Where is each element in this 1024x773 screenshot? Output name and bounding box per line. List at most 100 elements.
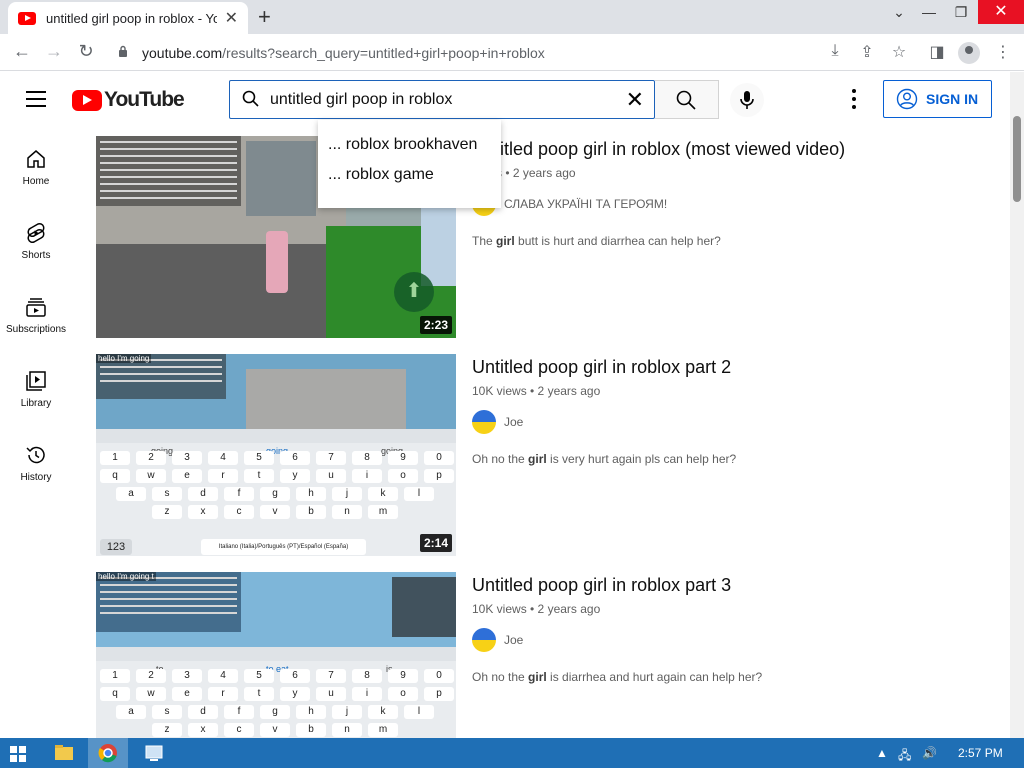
- channel-name[interactable]: Joe: [504, 415, 523, 429]
- keyboard-key: f: [224, 705, 254, 719]
- guide-label: Subscriptions: [5, 324, 67, 335]
- keyboard-key: 3: [172, 451, 202, 465]
- keyboard-key: i: [352, 687, 382, 701]
- search-results: ⬆ 2:23 Untitled poop girl in roblox (mos…: [72, 128, 1010, 738]
- forward-icon[interactable]: →: [42, 41, 66, 62]
- keyboard-key: 5: [244, 451, 274, 465]
- keyboard-key: k: [368, 705, 398, 719]
- keyboard-key: z: [152, 723, 182, 737]
- video-result[interactable]: hello I'm going t to to eat is 123456789…: [96, 572, 996, 738]
- keyboard-key: w: [136, 469, 166, 483]
- keyboard-key: h: [296, 705, 326, 719]
- keyboard-key: l: [404, 705, 434, 719]
- keyboard-key: j: [332, 487, 362, 501]
- show-hidden-icons[interactable]: ▲: [876, 746, 888, 760]
- minimize-button[interactable]: —: [914, 4, 944, 20]
- library-icon: [26, 371, 46, 391]
- keyboard-mode-key: 123: [100, 539, 132, 555]
- browser-tab[interactable]: untitled girl poop in roblox - YouTube ✕: [8, 2, 248, 34]
- channel-avatar[interactable]: [472, 628, 496, 652]
- scrollbar-thumb[interactable]: [1013, 116, 1021, 202]
- lock-icon[interactable]: [118, 45, 128, 57]
- channel-row[interactable]: Joe: [472, 628, 992, 652]
- close-window-button[interactable]: ✕: [978, 0, 1024, 24]
- voice-search-button[interactable]: [730, 83, 764, 117]
- video-title[interactable]: Untitled poop girl in roblox part 2: [472, 354, 992, 380]
- video-description: Oh no the girl is diarrhea and hurt agai…: [472, 670, 763, 684]
- guide-label: Home: [22, 176, 50, 187]
- keyboard-key: a: [116, 487, 146, 501]
- bookmark-star-icon[interactable]: ☆: [888, 42, 910, 62]
- shorts-icon: [27, 222, 45, 244]
- keyboard-key: v: [260, 505, 290, 519]
- guide-item-home[interactable]: Home: [0, 148, 72, 187]
- reload-icon[interactable]: ↻: [74, 41, 98, 62]
- settings-more-icon[interactable]: [852, 89, 856, 113]
- keyboard-key: n: [332, 505, 362, 519]
- sign-in-button[interactable]: SIGN IN: [883, 80, 992, 118]
- subscriptions-icon: [26, 298, 46, 317]
- keyboard-key: 3: [172, 669, 202, 683]
- search-icon: [242, 90, 259, 107]
- channel-name[interactable]: СЛАВА УКРАЇНІ ТА ГЕРОЯМ!: [504, 197, 667, 211]
- video-title[interactable]: Untitled poop girl in roblox part 3: [472, 572, 992, 598]
- video-thumbnail[interactable]: hello I'm going t to to eat is 123456789…: [96, 572, 456, 738]
- suggestion-item[interactable]: ... roblox game: [318, 160, 501, 190]
- restore-button[interactable]: ❐: [946, 4, 976, 21]
- keyboard-key: s: [152, 705, 182, 719]
- suggestion-item[interactable]: ... roblox brookhaven: [318, 130, 501, 160]
- keyboard-key: q: [100, 469, 130, 483]
- search-input[interactable]: [270, 88, 610, 112]
- remote-desktop-icon[interactable]: [134, 738, 174, 768]
- windows-start-icon[interactable]: [10, 746, 26, 762]
- guide-label: Shorts: [21, 250, 51, 261]
- keyboard-key: p: [424, 687, 454, 701]
- channel-name[interactable]: Joe: [504, 633, 523, 647]
- guide-label: History: [20, 472, 52, 483]
- keyboard-key: e: [172, 687, 202, 701]
- youtube-logo-text: YouTube: [104, 88, 185, 111]
- page-scrollbar[interactable]: [1010, 72, 1024, 738]
- keyboard-key: z: [152, 505, 182, 519]
- taskbar-clock[interactable]: 2:57 PM: [958, 746, 1003, 760]
- file-explorer-icon[interactable]: [44, 738, 84, 768]
- new-tab-button[interactable]: +: [258, 4, 271, 30]
- back-icon[interactable]: ←: [10, 41, 34, 62]
- channel-row[interactable]: СЛАВА УКРАЇНІ ТА ГЕРОЯМ!: [472, 192, 992, 216]
- channel-avatar[interactable]: [472, 410, 496, 434]
- keyboard-key: g: [260, 487, 290, 501]
- search-box[interactable]: ✕: [229, 80, 655, 119]
- guide-item-history[interactable]: History: [0, 444, 72, 483]
- guide-item-shorts[interactable]: Shorts: [0, 222, 72, 261]
- clear-search-icon[interactable]: ✕: [626, 87, 644, 113]
- network-icon[interactable]: 🖧: [898, 746, 911, 767]
- browser-menu-icon[interactable]: ⋮: [992, 42, 1014, 62]
- video-result[interactable]: hello I'm going going going going 123 It…: [96, 354, 996, 556]
- share-icon[interactable]: ⇪: [856, 42, 878, 62]
- video-title[interactable]: Untitled poop girl in roblox (most viewe…: [472, 136, 992, 162]
- tab-close-icon[interactable]: ✕: [225, 8, 238, 28]
- keyboard-key: n: [332, 723, 362, 737]
- channel-row[interactable]: Joe: [472, 410, 992, 434]
- url-field[interactable]: youtube.com/results?search_query=untitle…: [142, 45, 545, 61]
- video-thumbnail[interactable]: hello I'm going going going going 123 It…: [96, 354, 456, 556]
- youtube-masthead: YouTube ✕ SIGN IN: [0, 72, 1010, 128]
- video-meta: Untitled poop girl in roblox part 3 10K …: [472, 572, 992, 684]
- install-app-icon[interactable]: ⤓: [824, 42, 846, 60]
- volume-icon[interactable]: 🔊: [922, 746, 937, 760]
- video-description: Oh no the girl is very hurt again pls ca…: [472, 452, 737, 466]
- tab-search-icon[interactable]: ⌄: [884, 4, 914, 21]
- search-button-icon: [676, 90, 696, 110]
- guide-item-library[interactable]: Library: [0, 370, 72, 409]
- jump-button-icon: ⬆: [394, 272, 434, 312]
- video-duration: 2:23: [419, 316, 452, 334]
- video-result[interactable]: ⬆ 2:23 Untitled poop girl in roblox (mos…: [96, 136, 996, 338]
- search-button[interactable]: [655, 80, 719, 119]
- chrome-taskbar-icon[interactable]: [88, 738, 128, 768]
- profile-avatar-icon[interactable]: [958, 42, 980, 64]
- youtube-logo[interactable]: YouTube: [72, 88, 185, 112]
- side-panel-icon[interactable]: ◨: [926, 42, 948, 62]
- guide-menu-icon[interactable]: [26, 91, 46, 107]
- guide-item-subscriptions[interactable]: Subscriptions: [0, 296, 72, 335]
- roblox-character: [266, 231, 288, 293]
